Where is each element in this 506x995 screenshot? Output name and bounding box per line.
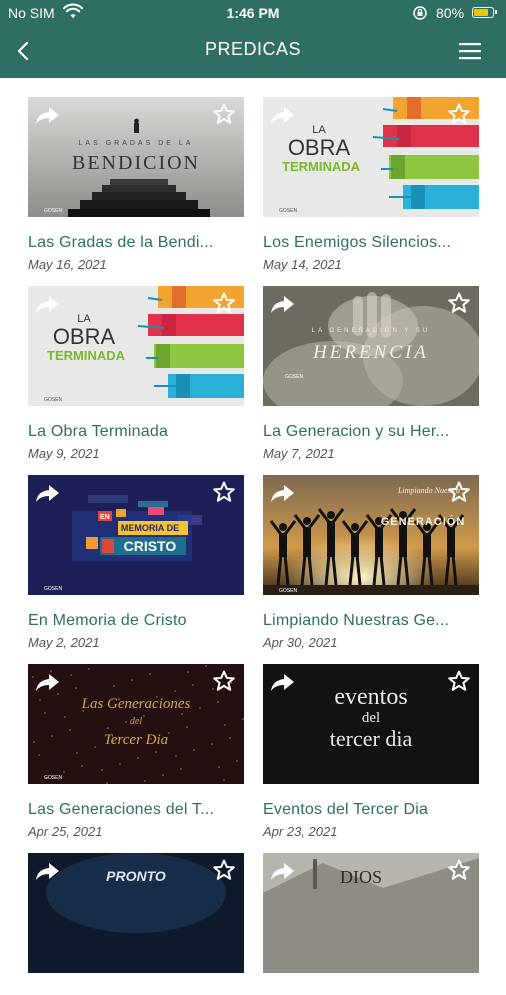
- watermark: GOSEN: [44, 586, 62, 592]
- thumb-subtitle: LA GENERACION Y SU: [312, 328, 430, 334]
- sermon-title[interactable]: Las Generaciones del T...: [28, 801, 244, 819]
- star-icon[interactable]: [212, 291, 236, 315]
- sermon-date: May 16, 2021: [28, 257, 107, 272]
- sermon-card[interactable]: Limpiando Nuestra GENERACIÓN GOSEN Limpiand…: [263, 475, 479, 650]
- star-icon[interactable]: [212, 480, 236, 504]
- star-icon[interactable]: [447, 858, 471, 882]
- orientation-lock-icon: [413, 6, 427, 20]
- sermon-card[interactable]: DIOS: [263, 853, 479, 995]
- thumb-extra: Tercer Dia: [104, 732, 168, 748]
- sermon-title[interactable]: La Obra Terminada: [28, 423, 244, 441]
- star-icon[interactable]: [447, 669, 471, 693]
- sermon-title[interactable]: Los Enemigos Silencios...: [263, 234, 479, 252]
- sermon-grid: LAS GRADAS DE LA BENDICION GOSEN Las Gradas…: [0, 78, 506, 973]
- thumb-extra: TERMINADA: [282, 159, 361, 174]
- thumb-title: Las Generaciones: [81, 696, 191, 712]
- sermon-title[interactable]: En Memoria de Cristo: [28, 612, 244, 630]
- share-icon[interactable]: [34, 670, 62, 694]
- share-icon[interactable]: [269, 481, 297, 505]
- watermark: GOSEN: [285, 374, 303, 380]
- sermon-thumbnail[interactable]: eventos del tercer dia: [263, 664, 479, 784]
- watermark: GOSEN: [279, 588, 297, 594]
- sermon-date: Apr 23, 2021: [263, 824, 338, 839]
- sermon-date: Apr 25, 2021: [28, 824, 103, 839]
- sermon-card[interactable]: eventos del tercer dia Eventos del Tercer D…: [263, 664, 479, 839]
- sermon-thumbnail[interactable]: LAS GRADAS DE LA BENDICION GOSEN: [28, 97, 244, 217]
- thumb-extra: MEMORIA DE: [121, 523, 179, 533]
- sermon-thumbnail[interactable]: LA OBRA TERMINADA GOSEN: [28, 286, 244, 406]
- sermon-thumbnail[interactable]: LA GENERACION Y SU HERENCIA GOSEN: [263, 286, 479, 406]
- sermon-card[interactable]: LAS GRADAS DE LA BENDICION GOSEN Las Gradas…: [28, 97, 244, 272]
- thumb-subtitle: LAS GRADAS DE LA: [79, 140, 194, 147]
- sermon-date: May 2, 2021: [28, 635, 100, 650]
- share-icon[interactable]: [34, 481, 62, 505]
- thumb-subtitle: del: [362, 710, 380, 726]
- thumb-title: DIOS: [340, 867, 382, 887]
- status-bar: No SIM 1:46 PM 80%: [0, 0, 506, 28]
- share-icon[interactable]: [34, 292, 62, 316]
- watermark: GOSEN: [44, 397, 62, 403]
- share-icon[interactable]: [34, 103, 62, 127]
- thumb-title: GENERACIÓN: [381, 515, 466, 528]
- star-icon[interactable]: [212, 858, 236, 882]
- thumb-subtitle: del: [130, 716, 142, 727]
- thumb-title: eventos: [334, 684, 407, 710]
- thumb-title: OBRA: [288, 135, 351, 160]
- thumb-extra: TERMINADA: [47, 348, 126, 363]
- sermon-thumbnail[interactable]: Limpiando Nuestra GENERACIÓN GOSEN: [263, 475, 479, 595]
- sermon-card[interactable]: Las Generaciones del Tercer Dia GOSEN Las Ge…: [28, 664, 244, 839]
- sermon-thumbnail[interactable]: EN MEMORIA DE CRISTO GOSEN: [28, 475, 244, 595]
- star-icon[interactable]: [447, 102, 471, 126]
- sermon-card[interactable]: LA OBRA TERMINADA GOSEN Los Enemigos Silenci…: [263, 97, 479, 272]
- thumb-title: PRONTO: [106, 868, 166, 884]
- sermon-thumbnail[interactable]: PRONTO: [28, 853, 244, 973]
- thumb-title: OBRA: [53, 324, 116, 349]
- app-header: PREDICAS: [0, 28, 506, 78]
- battery-percent: 80%: [436, 5, 465, 21]
- sermon-title[interactable]: Las Gradas de la Bendi...: [28, 234, 244, 252]
- watermark: GOSEN: [44, 775, 62, 781]
- sermon-date: May 9, 2021: [28, 446, 100, 461]
- thumb-title: BENDICION: [72, 152, 200, 174]
- sermon-date: May 14, 2021: [263, 257, 342, 272]
- share-icon[interactable]: [269, 670, 297, 694]
- sermon-date: May 7, 2021: [263, 446, 335, 461]
- sermon-card[interactable]: EN MEMORIA DE CRISTO GOSEN En Memoria de Cri…: [28, 475, 244, 650]
- sermon-thumbnail[interactable]: DIOS: [263, 853, 479, 973]
- page-title: PREDICAS: [204, 39, 302, 59]
- share-icon[interactable]: [269, 103, 297, 127]
- sermon-thumbnail[interactable]: Las Generaciones del Tercer Dia GOSEN: [28, 664, 244, 784]
- sermon-title[interactable]: La Generacion y su Her...: [263, 423, 479, 441]
- sermon-card[interactable]: PRONTO: [28, 853, 244, 995]
- thumb-subtitle: EN: [100, 514, 110, 521]
- thumb-title: HERENCIA: [312, 342, 429, 363]
- status-time: 1:46 PM: [226, 5, 280, 21]
- watermark: GOSEN: [279, 208, 297, 214]
- sermon-title[interactable]: Limpiando Nuestras Ge...: [263, 612, 479, 630]
- share-icon[interactable]: [34, 859, 62, 883]
- watermark: GOSEN: [44, 208, 62, 214]
- sermon-card[interactable]: LA GENERACION Y SU HERENCIA GOSEN La Genera…: [263, 286, 479, 461]
- star-icon[interactable]: [212, 102, 236, 126]
- star-icon[interactable]: [447, 291, 471, 315]
- thumb-extra: tercer dia: [330, 726, 413, 751]
- sermon-title[interactable]: Eventos del Tercer Dia: [263, 801, 479, 819]
- star-icon[interactable]: [447, 480, 471, 504]
- sermon-thumbnail[interactable]: LA OBRA TERMINADA GOSEN: [263, 97, 479, 217]
- share-icon[interactable]: [269, 859, 297, 883]
- star-icon[interactable]: [212, 669, 236, 693]
- sermon-card[interactable]: LA OBRA TERMINADA GOSEN La Obra Terminada May…: [28, 286, 244, 461]
- thumb-title: CRISTO: [124, 538, 177, 554]
- share-icon[interactable]: [269, 292, 297, 316]
- battery-icon: [472, 7, 497, 18]
- sermon-date: Apr 30, 2021: [263, 635, 338, 650]
- hamburger-icon[interactable]: [456, 38, 484, 64]
